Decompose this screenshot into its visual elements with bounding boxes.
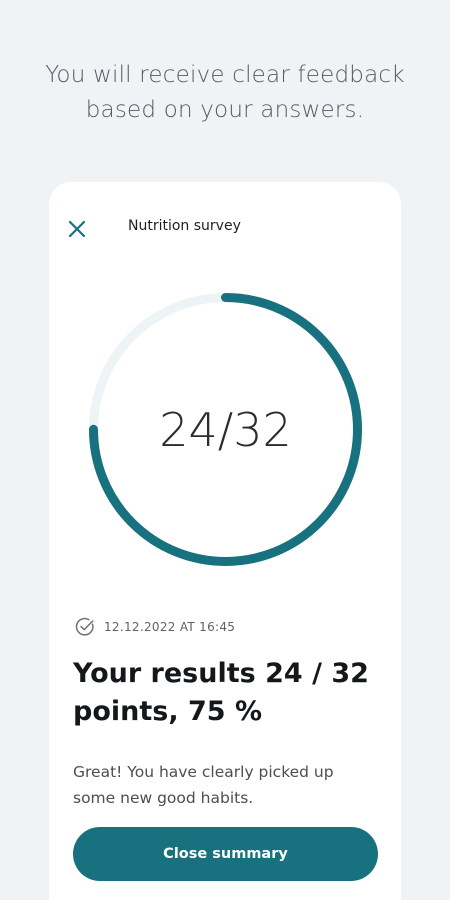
score-display: 24/32 — [159, 402, 292, 457]
survey-title: Nutrition survey — [128, 218, 241, 234]
result-feedback-line-1: Great! You have clearly picked up — [73, 763, 334, 781]
screen: You will receive clear feedback based on… — [0, 0, 450, 900]
result-title-line-1: Your results 24 / 32 — [73, 658, 369, 689]
close-icon — [68, 220, 86, 238]
result-title: Your results 24 / 32 points, 75 % — [73, 655, 383, 731]
promo-headline: You will receive clear feedback based on… — [0, 58, 450, 128]
survey-result-card: Nutrition survey 24/32 12.12.2022 AT 16:… — [49, 182, 401, 900]
close-summary-button[interactable]: Close summary — [73, 827, 378, 881]
check-circle-icon — [75, 617, 94, 636]
result-title-line-2: points, 75 % — [73, 696, 263, 727]
completion-date: 12.12.2022 AT 16:45 — [104, 620, 236, 634]
completion-date-row: 12.12.2022 AT 16:45 — [74, 616, 235, 638]
result-feedback-line-2: some new good habits. — [73, 789, 254, 807]
promo-headline-line-1: You will receive clear feedback — [45, 62, 405, 88]
result-feedback-text: Great! You have clearly picked up some n… — [73, 759, 383, 811]
promo-headline-line-2: based on your answers. — [85, 97, 365, 123]
close-button[interactable] — [67, 219, 87, 239]
